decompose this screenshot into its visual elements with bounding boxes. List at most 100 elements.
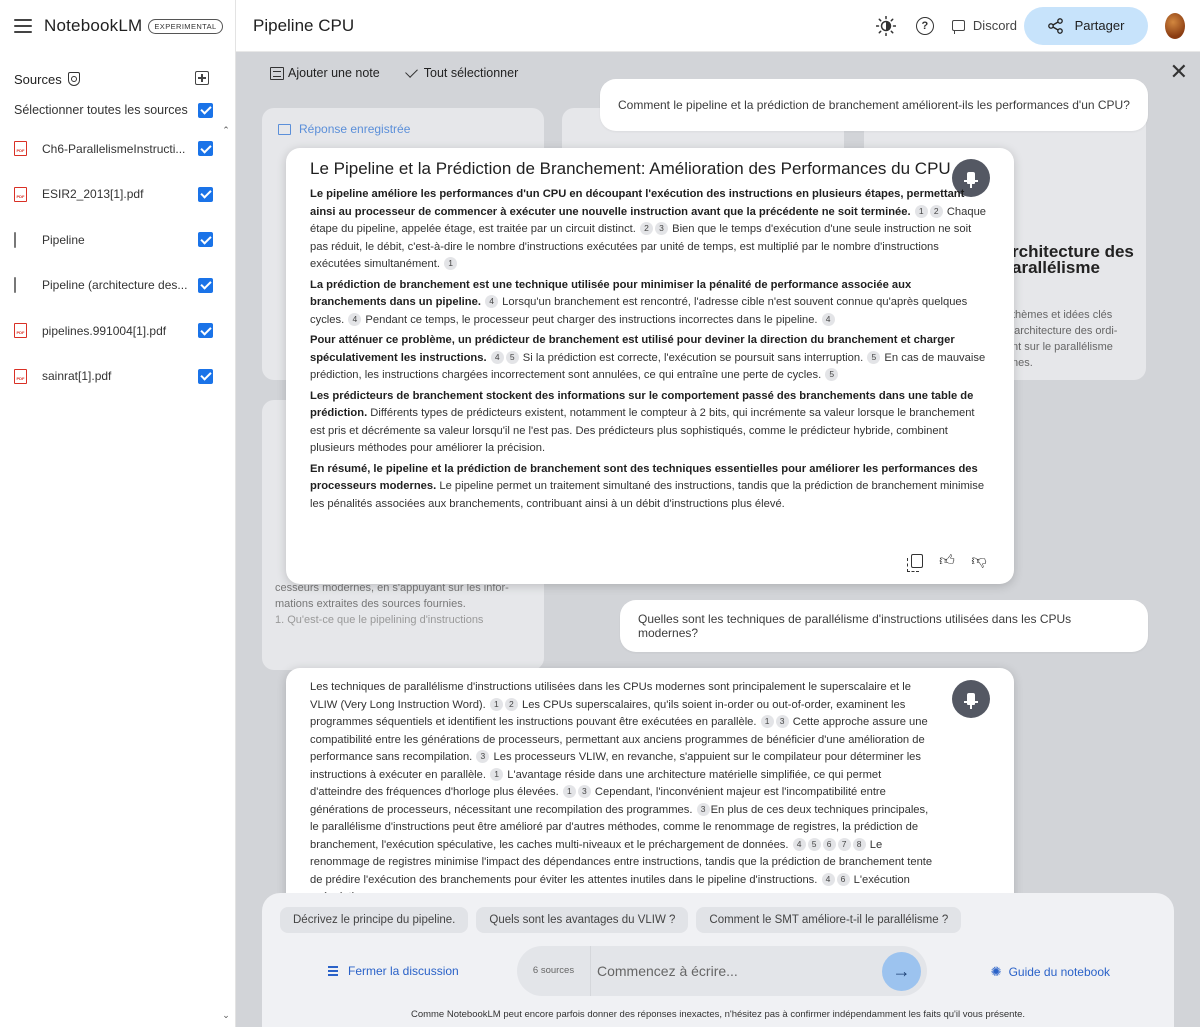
citation-badge[interactable]: 5 bbox=[867, 350, 881, 364]
select-all-notes-label: Tout sélectionner bbox=[423, 66, 519, 80]
citation-badge[interactable]: 3 bbox=[476, 750, 490, 763]
source-name: Ch6-ParallelismeInstructi... bbox=[42, 141, 186, 156]
send-button[interactable]: → bbox=[882, 952, 921, 991]
citation-badge[interactable]: 1 bbox=[914, 204, 928, 218]
citation-badge[interactable]: 1 bbox=[444, 257, 458, 270]
source-item[interactable]: PDF Ch6-ParallelismeInstructi... bbox=[14, 126, 213, 172]
citation-badge[interactable]: 1 bbox=[760, 715, 774, 728]
source-checkbox[interactable] bbox=[198, 141, 213, 157]
pdf-icon: PDF bbox=[14, 186, 27, 202]
citation-badge[interactable]: 6 bbox=[836, 872, 850, 886]
sidebar-scrollbar[interactable]: ⌃ ⌄ bbox=[221, 124, 231, 1020]
share-button[interactable]: Partager bbox=[1024, 6, 1148, 45]
thumbs-down-icon[interactable]: 👎︎ bbox=[970, 552, 988, 570]
source-item[interactable]: PDF pipelines.991004[1].pdf bbox=[14, 308, 213, 354]
add-source-icon[interactable] bbox=[195, 71, 209, 85]
source-checkbox[interactable] bbox=[198, 323, 213, 339]
suggestion-chip[interactable]: Décrivez le principe du pipeline. bbox=[280, 907, 469, 933]
citation-badge[interactable]: 1 bbox=[562, 785, 576, 798]
source-item[interactable]: Pipeline (architecture des... bbox=[14, 263, 213, 309]
citation-badge[interactable]: 4 bbox=[821, 312, 835, 326]
menu-icon[interactable] bbox=[14, 19, 32, 33]
citation-badge[interactable]: 1 bbox=[490, 767, 504, 781]
select-all-notes-button[interactable]: Tout sélectionner bbox=[404, 64, 519, 80]
citation-badge[interactable]: 3 bbox=[655, 222, 668, 235]
saved-note-title: arallélisme bbox=[1012, 258, 1100, 277]
source-name: pipelines.991004[1].pdf bbox=[42, 323, 167, 338]
select-all-sources: Sélectionner toutes les sources bbox=[14, 100, 213, 120]
citation-badge[interactable]: 7 bbox=[837, 837, 851, 851]
citation-badge[interactable]: 5 bbox=[825, 368, 839, 381]
sparkle-icon: ✺ bbox=[990, 964, 1002, 979]
saved-note-excerpt: 'architecture des ordi- bbox=[1012, 325, 1118, 337]
close-discussion-button[interactable]: Fermer la discussion bbox=[328, 964, 459, 978]
citation-badge[interactable]: 5 bbox=[807, 837, 821, 851]
citation-badge[interactable]: 1 bbox=[489, 697, 503, 711]
source-name: Pipeline (architecture des... bbox=[42, 278, 188, 293]
select-all-checkbox[interactable] bbox=[198, 102, 213, 118]
web-page-icon bbox=[14, 231, 16, 248]
saved-note-excerpt: mations extraites des sources fournies. bbox=[275, 598, 466, 610]
source-name: sainrat[1].pdf bbox=[42, 369, 112, 384]
citation-badge[interactable]: 8 bbox=[852, 837, 866, 851]
note-icon bbox=[270, 66, 284, 80]
collapse-icon bbox=[328, 966, 338, 976]
notebook-guide-button[interactable]: ✺ Guide du notebook bbox=[991, 964, 1110, 980]
close-discussion-label: Fermer la discussion bbox=[348, 964, 459, 978]
response-title: Le Pipeline et la Prédiction de Branchem… bbox=[310, 159, 951, 178]
citation-badge[interactable]: 5 bbox=[505, 350, 519, 364]
source-name: Pipeline bbox=[42, 232, 85, 247]
web-page-icon bbox=[14, 277, 16, 294]
saved-note-label: Réponse enregistrée bbox=[299, 122, 411, 136]
help-icon[interactable]: ? bbox=[915, 16, 934, 35]
suggestion-chip[interactable]: Comment le SMT améliore-t-il le parallél… bbox=[696, 907, 962, 933]
citation-badge[interactable]: 6 bbox=[822, 837, 836, 851]
notebook-guide-label: Guide du notebook bbox=[1008, 965, 1110, 979]
citation-badge[interactable]: 2 bbox=[929, 204, 943, 218]
shield-icon[interactable] bbox=[67, 72, 80, 86]
source-item[interactable]: Pipeline bbox=[14, 217, 213, 263]
add-note-label: Ajouter une note bbox=[288, 66, 380, 80]
citation-badge[interactable]: 4 bbox=[792, 837, 806, 851]
citation-badge[interactable]: 4 bbox=[485, 295, 499, 308]
source-count[interactable]: 6 sources bbox=[517, 946, 591, 996]
page-title[interactable]: Pipeline CPU bbox=[253, 16, 354, 36]
source-list: PDF Ch6-ParallelismeInstructi... PDF ESI… bbox=[14, 126, 213, 399]
source-checkbox[interactable] bbox=[198, 277, 213, 293]
response-actions: 👍︎ 👎︎ bbox=[892, 552, 988, 572]
chevron-down-icon[interactable]: ⌄ bbox=[222, 1011, 230, 1020]
copy-button[interactable] bbox=[906, 552, 924, 572]
discord-link[interactable]: Discord bbox=[951, 18, 1017, 34]
source-name: ESIR2_2013[1].pdf bbox=[42, 187, 144, 202]
source-item[interactable]: PDF ESIR2_2013[1].pdf bbox=[14, 172, 213, 218]
citation-badge[interactable]: 3 bbox=[775, 715, 789, 728]
theme-toggle-icon[interactable] bbox=[875, 15, 896, 36]
app-name[interactable]: NotebookLM bbox=[44, 16, 142, 36]
chat-icon bbox=[951, 20, 965, 34]
citation-badge[interactable]: 3 bbox=[577, 785, 591, 798]
citation-badge[interactable]: 2 bbox=[640, 222, 653, 235]
source-checkbox[interactable] bbox=[198, 368, 213, 384]
citation-badge[interactable]: 4 bbox=[490, 350, 504, 364]
suggestion-chip[interactable]: Quels sont les avantages du VLIW ? bbox=[476, 907, 689, 933]
top-header: Pipeline CPU ? Discord Partager bbox=[236, 0, 1200, 52]
add-note-button[interactable]: Ajouter une note bbox=[270, 66, 380, 80]
chat-input[interactable] bbox=[591, 963, 871, 979]
avatar[interactable] bbox=[1165, 12, 1185, 39]
citation-badge[interactable]: 3 bbox=[696, 802, 710, 816]
close-icon[interactable]: ✕ bbox=[1170, 61, 1188, 83]
saved-note-excerpt: nes. bbox=[1012, 357, 1033, 369]
pin-note-button[interactable] bbox=[952, 680, 990, 718]
chevron-up-icon[interactable]: ⌃ bbox=[222, 126, 230, 135]
pdf-icon: PDF bbox=[14, 323, 27, 339]
source-item[interactable]: PDF sainrat[1].pdf bbox=[14, 354, 213, 400]
citation-badge[interactable]: 4 bbox=[821, 872, 835, 886]
citation-badge[interactable]: 2 bbox=[504, 697, 518, 711]
source-checkbox[interactable] bbox=[198, 186, 213, 202]
source-checkbox[interactable] bbox=[198, 232, 213, 248]
pdf-icon: PDF bbox=[14, 368, 27, 384]
user-question-text: Comment le pipeline et la prédiction de … bbox=[618, 98, 1130, 112]
citation-badge[interactable]: 4 bbox=[348, 312, 362, 326]
thumbs-up-icon[interactable]: 👍︎ bbox=[938, 552, 956, 570]
user-question-bubble: Comment le pipeline et la prédiction de … bbox=[600, 79, 1148, 131]
